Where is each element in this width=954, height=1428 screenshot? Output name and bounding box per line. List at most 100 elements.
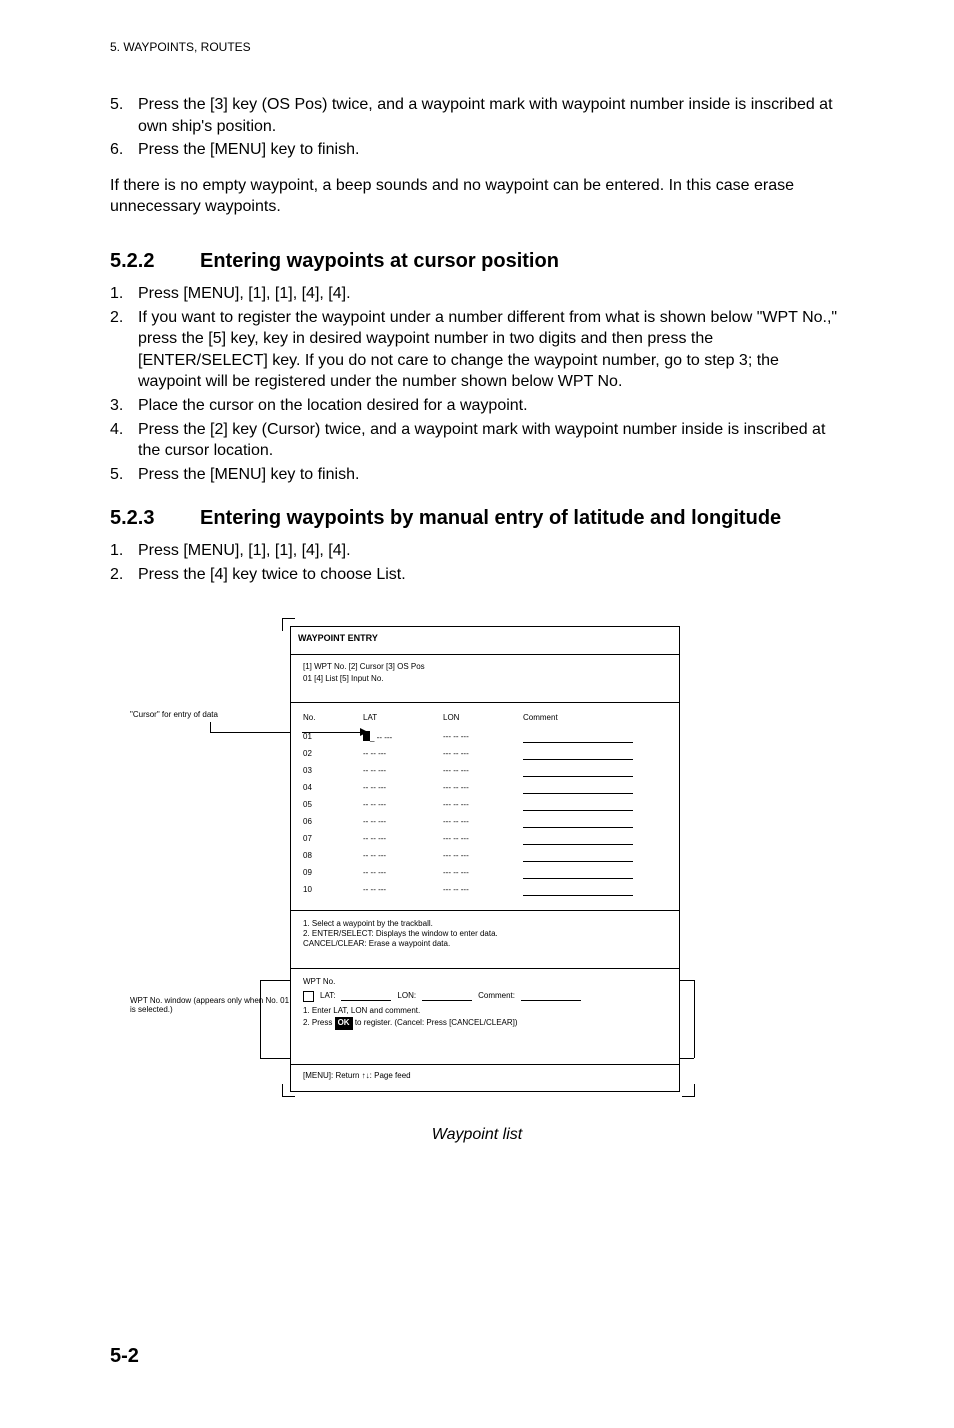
comment-input-line [521,992,581,1001]
row-lat: -- -- --- [363,851,443,862]
figure-msg-line: 1. Select a waypoint by the trackball. [303,919,667,929]
step-number: 5. [110,464,138,486]
row-no: 10 [303,885,363,896]
lon-label: LON: [397,991,416,1002]
step-text: Press the [3] key (OS Pos) twice, and a … [138,94,844,137]
corner-mark [682,1084,695,1097]
list-item: 4.Press the [2] key (Cursor) twice, and … [110,419,844,462]
step-number: 4. [110,419,138,462]
ok-badge: OK [335,1017,353,1030]
list-item: 6. Press the [MENU] key to finish. [110,139,844,161]
row-comment [523,766,633,777]
section-title: Entering waypoints at cursor position [200,248,844,275]
row-lon: --- -- --- [443,851,523,862]
row-lat: -- -- --- [363,834,443,845]
figure-footer-box: [MENU]: Return ↑↓: Page feed [290,1064,680,1092]
row-lon: --- -- --- [443,885,523,896]
row-no: 02 [303,749,363,760]
table-row: 05-- -- ------ -- --- [303,797,667,814]
running-head: 5. WAYPOINTS, ROUTES [110,40,844,54]
table-row: 08-- -- ------ -- --- [303,848,667,865]
row-no: 01 [303,732,363,743]
col-header: No. [303,713,363,724]
row-lon: --- -- --- [443,834,523,845]
row-comment [523,834,633,845]
row-lon: --- -- --- [443,868,523,879]
section-number: 5.2.3 [110,505,200,532]
checkbox-icon [303,991,314,1002]
section-title: Entering waypoints by manual entry of la… [200,505,844,532]
figure-input-head: WPT No. [303,977,667,988]
callout-line [260,1058,290,1059]
page-number: 5-2 [110,1345,844,1368]
step-text: Press the [MENU] key to finish. [138,464,844,486]
figure-caption: Waypoint list [110,1124,844,1146]
table-row: 07-- -- ------ -- --- [303,831,667,848]
figure-input-line: 1. Enter LAT, LON and comment. [303,1006,667,1017]
figure-title-box: [1] WPT No. [2] Cursor [3] OS Pos 01 [4]… [290,654,680,704]
row-no: 04 [303,783,363,794]
row-comment [523,749,633,760]
row-comment [523,800,633,811]
figure-input-box: WPT No. LAT: LON: Comment: 1. Enter LAT,… [290,968,680,1066]
figure-footer-text: [MENU]: Return ↑↓: Page feed [303,1071,411,1080]
step-list-3: 1.Press [MENU], [1], [1], [4], [4]. 2.Pr… [110,540,844,585]
col-header: LAT [363,713,443,724]
callout-line [260,980,261,1058]
step-number: 3. [110,395,138,417]
callout-line [210,732,290,733]
row-lat: _ -- --- [363,731,443,744]
col-header: LON [443,713,523,724]
section-heading-523: 5.2.3 Entering waypoints by manual entry… [110,505,844,532]
row-comment [523,732,633,743]
figure-msg-line: 2. ENTER/SELECT: Displays the window to … [303,929,667,939]
table-row: 04-- -- ------ -- --- [303,780,667,797]
list-item: 5. Press the [3] key (OS Pos) twice, and… [110,94,844,137]
list-item: 1.Press [MENU], [1], [1], [4], [4]. [110,283,844,305]
step-text: If you want to register the waypoint und… [138,307,844,393]
row-comment [523,851,633,862]
step-number: 1. [110,283,138,305]
paragraph: If there is no empty waypoint, a beep so… [110,175,844,218]
row-no: 05 [303,800,363,811]
col-header: Comment [523,713,633,724]
row-lat: -- -- --- [363,783,443,794]
figure-title-line: [1] WPT No. [2] Cursor [3] OS Pos [303,661,667,674]
row-lon: --- -- --- [443,766,523,777]
row-lon: --- -- --- [443,783,523,794]
row-lat: -- -- --- [363,749,443,760]
list-item: 2.Press the [4] key twice to choose List… [110,564,844,586]
step-number: 1. [110,540,138,562]
step-number: 2. [110,307,138,393]
list-item: 5.Press the [MENU] key to finish. [110,464,844,486]
figure-input-line: 2. Press OK to register. (Cancel: Press … [303,1017,667,1030]
step-text: Press [MENU], [1], [1], [4], [4]. [138,283,844,305]
row-lon: --- -- --- [443,817,523,828]
callout-line [210,722,211,732]
table-row: 06-- -- ------ -- --- [303,814,667,831]
figure-message-box: 1. Select a waypoint by the trackball. 2… [290,910,680,970]
step-number: 6. [110,139,138,161]
step-list-2: 1.Press [MENU], [1], [1], [4], [4]. 2.If… [110,283,844,485]
input-line-prefix: 2. Press [303,1018,335,1027]
row-comment [523,783,633,794]
section-number: 5.2.2 [110,248,200,275]
list-item: 1.Press [MENU], [1], [1], [4], [4]. [110,540,844,562]
figure-data-box: No. LAT LON Comment 01 _ -- --- --- -- -… [290,702,680,912]
callout-line [260,980,290,981]
step-text: Press the [4] key twice to choose List. [138,564,844,586]
row-no: 08 [303,851,363,862]
row-no: 03 [303,766,363,777]
callout-line [680,980,694,981]
row-no: 07 [303,834,363,845]
row-no: 09 [303,868,363,879]
row-lat: -- -- --- [363,800,443,811]
step-list-1: 5. Press the [3] key (OS Pos) twice, and… [110,94,844,161]
step-text: Press [MENU], [1], [1], [4], [4]. [138,540,844,562]
list-item: 2.If you want to register the waypoint u… [110,307,844,393]
figure-outer-title: WAYPOINT ENTRY [298,632,378,644]
step-number: 5. [110,94,138,137]
row-lat: -- -- --- [363,885,443,896]
callout-window: WPT No. window (appears only when No. 01… [130,996,290,1015]
section-heading-522: 5.2.2 Entering waypoints at cursor posit… [110,248,844,275]
